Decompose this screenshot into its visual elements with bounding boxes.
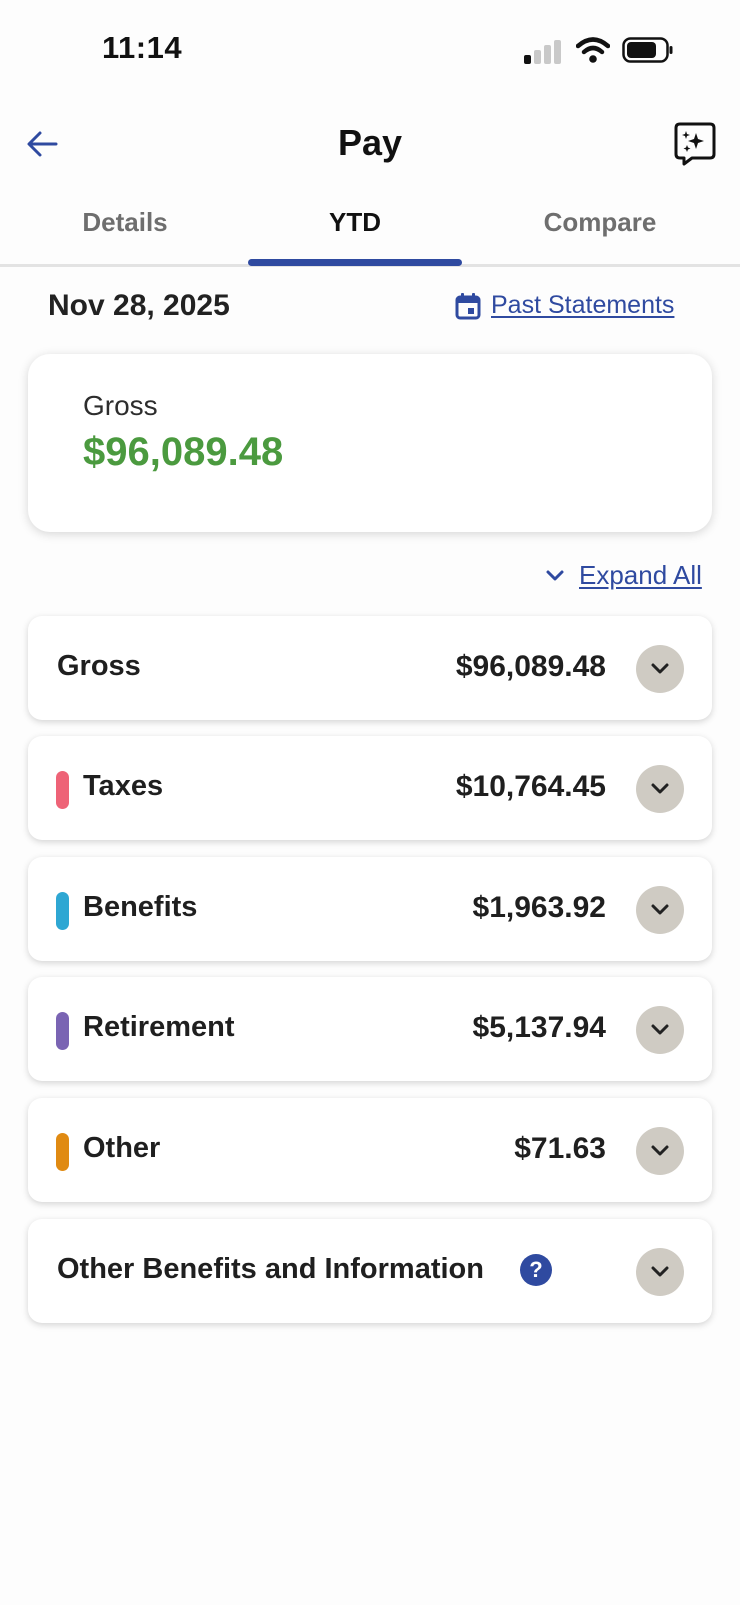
category-row-taxes[interactable]: Taxes $10,764.45: [28, 736, 712, 840]
taxes-color-marker: [56, 771, 69, 809]
active-tab-indicator: [248, 259, 462, 266]
expand-all-label[interactable]: Expand All: [579, 560, 702, 591]
expand-all-button[interactable]: Expand All: [545, 560, 702, 591]
category-amount: $1,963.92: [472, 891, 606, 924]
status-bar: 11:14: [0, 0, 740, 100]
retirement-color-marker: [56, 1012, 69, 1050]
other-benefits-label: Other Benefits and Information: [57, 1253, 484, 1285]
chevron-down-icon: [651, 663, 669, 674]
category-label: Gross: [57, 650, 141, 682]
category-amount: $71.63: [514, 1132, 606, 1165]
help-icon[interactable]: ?: [520, 1254, 552, 1286]
other-benefits-info-row[interactable]: Other Benefits and Information ?: [28, 1219, 712, 1323]
category-amount: $96,089.48: [455, 650, 606, 683]
category-label: Other: [83, 1132, 161, 1164]
page-title: Pay: [337, 122, 403, 163]
chevron-down-icon: [651, 1145, 669, 1156]
chevron-down-icon: [651, 904, 669, 915]
chevron-down-icon: [651, 783, 669, 794]
cellular-signal-icon: [524, 38, 564, 64]
past-statements-label[interactable]: Past Statements: [491, 291, 674, 320]
calendar-icon: [455, 292, 481, 319]
category-label: Taxes: [83, 770, 164, 802]
tab-compare[interactable]: Compare: [520, 207, 680, 238]
category-amount: $5,137.94: [472, 1011, 606, 1044]
chevron-down-icon: [651, 1024, 669, 1035]
category-label: Retirement: [83, 1011, 235, 1043]
expand-other-button[interactable]: [636, 1127, 684, 1175]
expand-other-benefits-button[interactable]: [636, 1248, 684, 1296]
other-color-marker: [56, 1133, 69, 1171]
expand-taxes-button[interactable]: [636, 765, 684, 813]
past-statements-link[interactable]: Past Statements: [455, 291, 674, 320]
statement-date: Nov 28, 2025: [48, 289, 230, 322]
tab-bar: Details YTD Compare: [0, 195, 740, 267]
wifi-icon: [576, 37, 610, 63]
category-amount: $10,764.45: [455, 770, 606, 803]
category-row-retirement[interactable]: Retirement $5,137.94: [28, 977, 712, 1081]
chevron-down-icon: [546, 570, 564, 580]
summary-label: Gross: [83, 390, 158, 421]
statement-date-row: Nov 28, 2025 Past Statements: [0, 285, 740, 335]
category-label: Benefits: [83, 891, 198, 923]
expand-gross-button[interactable]: [636, 645, 684, 693]
tab-details[interactable]: Details: [55, 207, 195, 238]
category-row-other[interactable]: Other $71.63: [28, 1098, 712, 1202]
expand-retirement-button[interactable]: [636, 1006, 684, 1054]
sparkle-chat-icon[interactable]: [672, 120, 718, 166]
app-header: Pay: [0, 110, 740, 180]
pay-screen: 11:14 Pay Details YTD Compare Nov 28, 20…: [0, 0, 740, 1605]
summary-value: $96,089.48: [83, 430, 284, 474]
expand-benefits-button[interactable]: [636, 886, 684, 934]
status-time: 11:14: [102, 30, 183, 65]
benefits-color-marker: [56, 892, 69, 930]
category-row-gross[interactable]: Gross $96,089.48: [28, 616, 712, 720]
tab-ytd[interactable]: YTD: [285, 207, 425, 238]
chevron-down-icon: [651, 1266, 669, 1277]
battery-icon: [622, 37, 673, 63]
gross-summary-card: Gross $96,089.48: [28, 354, 712, 532]
category-row-benefits[interactable]: Benefits $1,963.92: [28, 857, 712, 961]
